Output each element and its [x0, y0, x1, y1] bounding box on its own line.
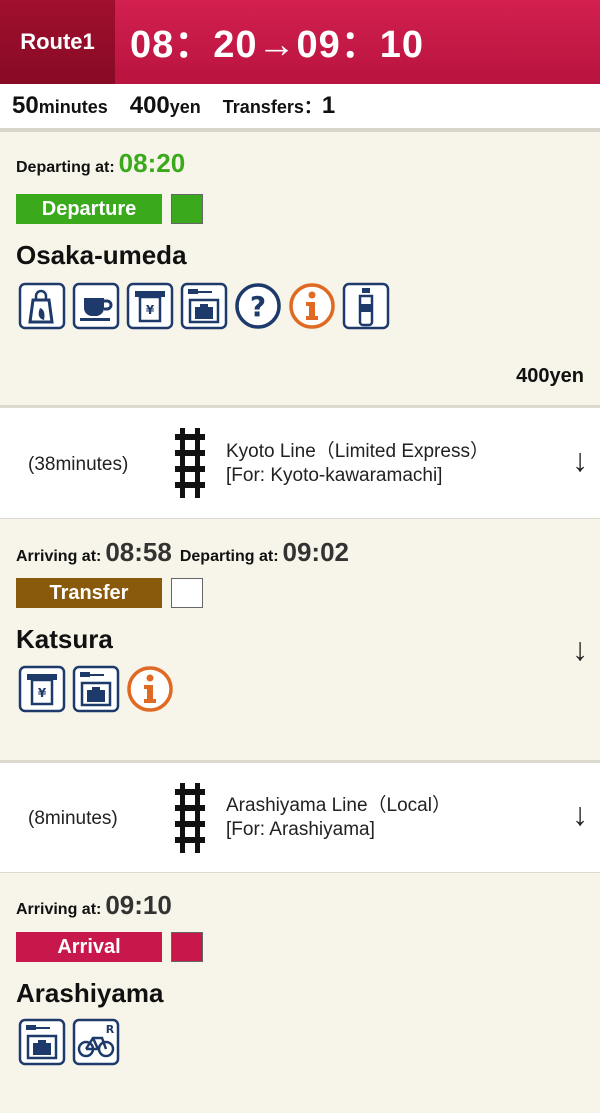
- arrival-time-row: Arriving at: 09:10: [16, 890, 172, 920]
- line-destination: [For: Arashiyama]: [226, 819, 375, 840]
- line-info: Kyoto Line（Limited Express） [For: Kyoto-…: [226, 440, 489, 488]
- railway-track-icon: [175, 428, 205, 498]
- help-icon[interactable]: ?: [234, 282, 282, 330]
- route-summary: 50minutes 400yen Transfers：1: [0, 84, 600, 128]
- route-header: Route1 08：20→09：10: [0, 0, 600, 84]
- line-destination: [For: Kyoto-kawaramachi]: [226, 465, 443, 486]
- route-label[interactable]: Route1: [0, 0, 115, 84]
- railway-track-icon: [175, 783, 205, 853]
- route-time-range: 08：20→09：10: [130, 23, 425, 66]
- facility-icons: R: [18, 1018, 120, 1066]
- expand-arrow-icon[interactable]: ↓: [572, 796, 588, 833]
- station-name[interactable]: Katsura: [16, 624, 113, 655]
- locker-icon[interactable]: [180, 282, 228, 330]
- atm-icon[interactable]: ¥: [18, 665, 66, 713]
- shop-icon[interactable]: [18, 282, 66, 330]
- locker-icon[interactable]: [72, 665, 120, 713]
- line-segment-kyoto[interactable]: (38minutes) Kyoto Line（Limited Express） …: [0, 405, 600, 519]
- bottle-icon[interactable]: [342, 282, 390, 330]
- info-icon[interactable]: [288, 282, 336, 330]
- line-info: Arashiyama Line（Local） [For: Arashiyama]: [226, 794, 451, 842]
- station-katsura: Arriving at: 08:58 Departing at: 09:02 T…: [0, 519, 600, 761]
- svg-text:R: R: [106, 1023, 115, 1036]
- arrival-departure-time-row: Arriving at: 08:58 Departing at: 09:02: [16, 537, 350, 567]
- arrival-color-swatch: [171, 932, 203, 962]
- facility-icons: ¥ ?: [18, 282, 390, 330]
- transfer-color-swatch: [171, 578, 203, 608]
- line-segment-arashiyama[interactable]: (8minutes) Arashiyama Line（Local） [For: …: [0, 760, 600, 873]
- departure-color-swatch: [171, 194, 203, 224]
- expand-arrow-icon[interactable]: ↓: [572, 631, 588, 668]
- atm-icon[interactable]: ¥: [126, 282, 174, 330]
- svg-text:?: ?: [250, 290, 266, 323]
- station-name[interactable]: Osaka-umeda: [16, 240, 187, 271]
- segment-duration: (8minutes): [28, 808, 118, 829]
- segment-duration: (38minutes): [28, 454, 129, 475]
- station-arashiyama: Arriving at: 09:10 Arrival Arashiyama R: [0, 873, 600, 1113]
- bicycle-rental-icon[interactable]: R: [72, 1018, 120, 1066]
- svg-text:¥: ¥: [38, 686, 47, 700]
- svg-text:¥: ¥: [146, 303, 155, 317]
- info-icon[interactable]: [126, 665, 174, 713]
- arrival-badge: Arrival: [16, 932, 162, 962]
- station-name[interactable]: Arashiyama: [16, 978, 163, 1009]
- transfer-badge: Transfer: [16, 578, 162, 608]
- line-name: Kyoto Line（Limited Express）: [226, 441, 489, 462]
- transfer-count: Transfers：1: [222, 92, 336, 119]
- cafe-icon[interactable]: [72, 282, 120, 330]
- total-fare: 400yen: [129, 92, 201, 119]
- facility-icons: ¥: [18, 665, 174, 713]
- station-fare: 400yen: [516, 365, 584, 387]
- total-duration: 50minutes: [12, 92, 108, 119]
- locker-icon[interactable]: [18, 1018, 66, 1066]
- departure-badge: Departure: [16, 194, 162, 224]
- departure-time-row: Departing at: 08:20: [16, 148, 186, 178]
- expand-arrow-icon[interactable]: ↓: [572, 442, 588, 479]
- line-name: Arashiyama Line（Local）: [226, 795, 451, 816]
- station-osaka-umeda: Departing at: 08:20 Departure Osaka-umed…: [0, 132, 600, 408]
